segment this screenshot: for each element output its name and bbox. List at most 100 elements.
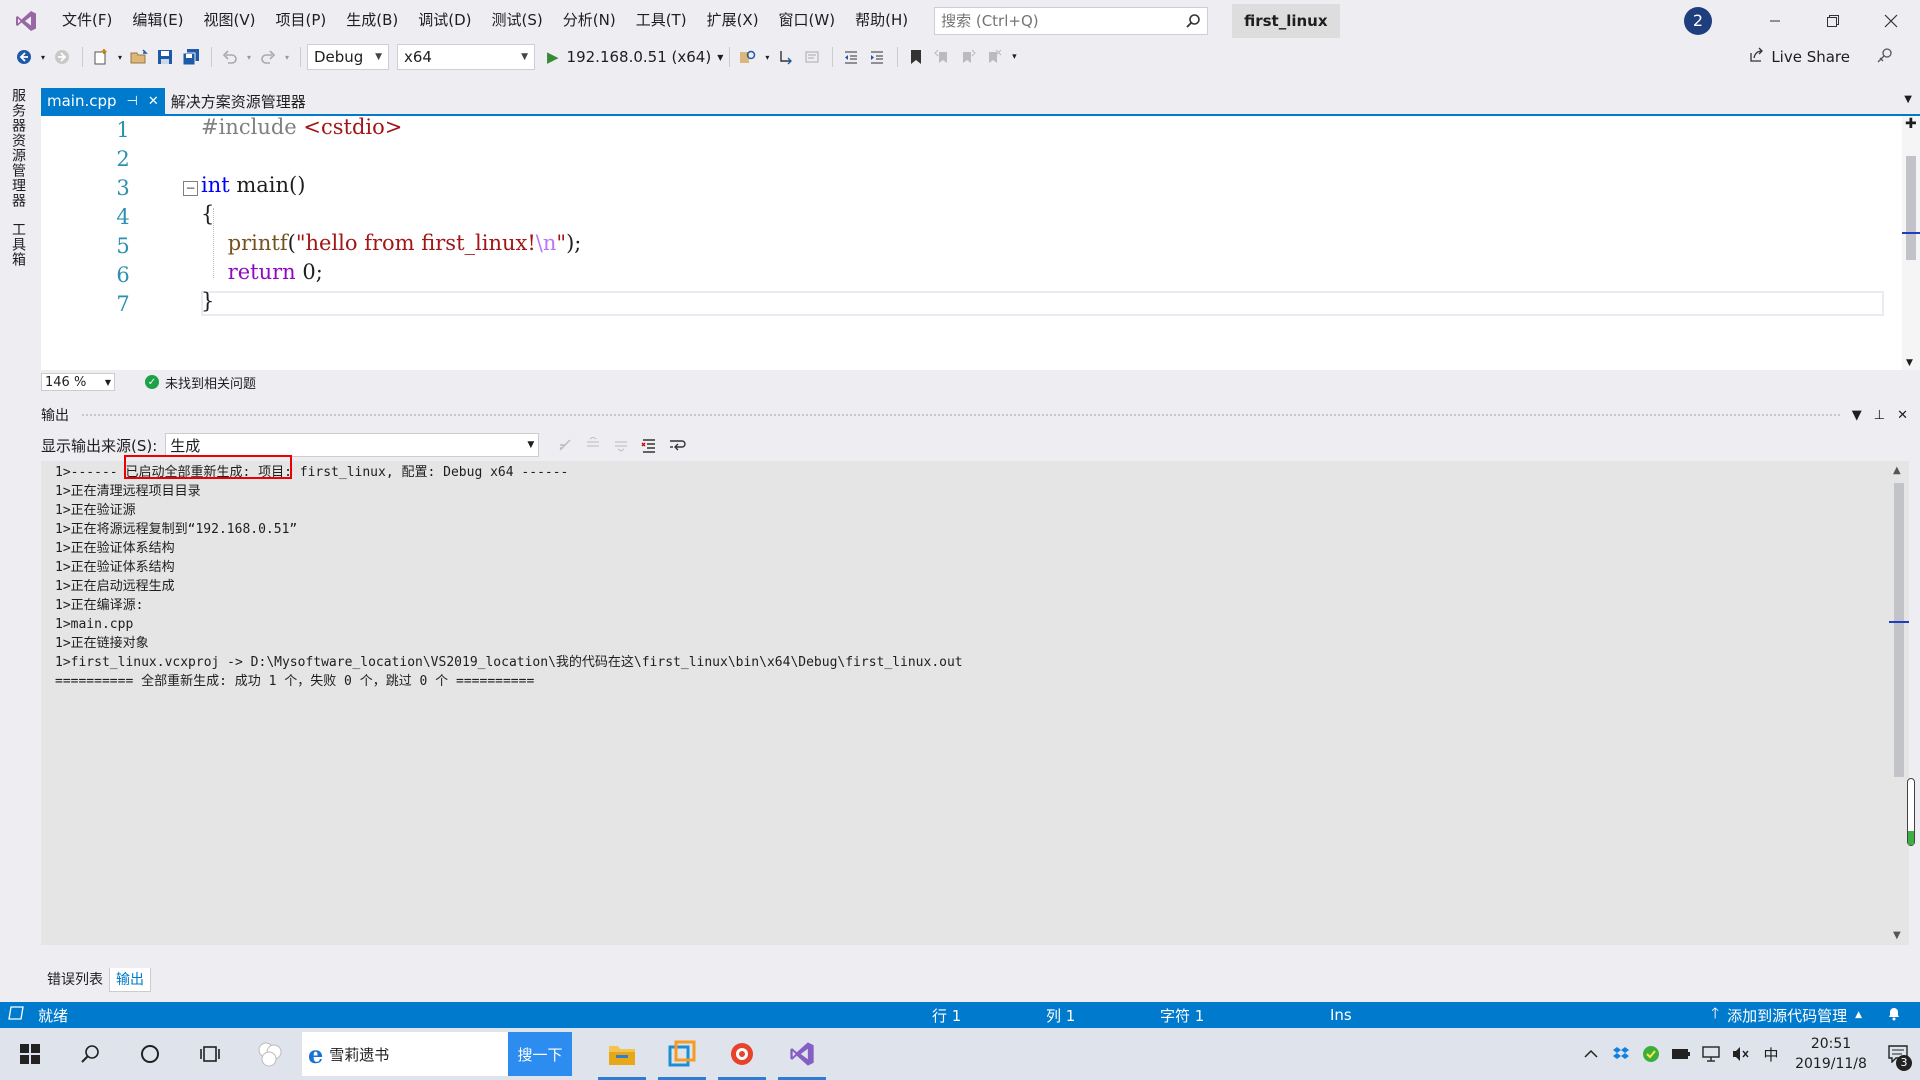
taskbar-search-icon[interactable] [60, 1028, 120, 1080]
line-indicator[interactable]: 行 1 [932, 1005, 961, 1026]
scroll-down-icon[interactable]: ▼ [1906, 358, 1913, 368]
char-indicator[interactable]: 字符 1 [1160, 1005, 1204, 1026]
go-to-previous-message-icon[interactable] [553, 433, 577, 457]
split-editor-icon[interactable]: ✚ [1905, 116, 1917, 132]
tab-output[interactable]: 输出 [109, 968, 151, 992]
feedback-icon[interactable] [1876, 47, 1894, 69]
clear-all-icon[interactable] [637, 433, 661, 457]
cortana-icon[interactable] [120, 1028, 180, 1080]
navigate-forward-icon[interactable] [50, 45, 74, 69]
toggle-word-wrap-icon[interactable] [665, 433, 689, 457]
task-view-icon[interactable] [180, 1028, 240, 1080]
add-to-source-control-button[interactable]: 🡑 添加到源代码管理 ▲ [1711, 1003, 1862, 1028]
show-hidden-icons-icon[interactable] [1576, 1049, 1606, 1059]
undo-icon[interactable] [218, 45, 242, 69]
tab-list-dropdown-icon[interactable]: ▼ [1904, 94, 1912, 105]
toolbox-tab[interactable]: 工具箱 [8, 222, 28, 267]
comment-icon[interactable] [800, 45, 824, 69]
close-tab-icon[interactable]: ✕ [148, 94, 159, 109]
open-file-icon[interactable] [127, 45, 151, 69]
action-center-button[interactable]: 3 [1876, 1045, 1920, 1071]
solution-configuration-select[interactable]: Debug ▼ [307, 44, 389, 70]
menu-tools[interactable]: 工具(T) [626, 0, 697, 41]
menu-analyze[interactable]: 分析(N) [553, 0, 626, 41]
file-explorer-icon[interactable] [592, 1028, 652, 1080]
menu-project[interactable]: 项目(P) [266, 0, 337, 41]
tab-solution-explorer[interactable]: 解决方案资源管理器 [165, 88, 312, 114]
pinned-app-icon[interactable] [240, 1028, 300, 1080]
clock[interactable]: 20:51 2019/11/8 [1786, 1034, 1876, 1074]
column-indicator[interactable]: 列 1 [1046, 1005, 1075, 1026]
redo-dropdown-icon[interactable]: ▾ [282, 45, 292, 69]
output-text-area[interactable]: 1>------ 已启动全部重新生成: 项目: first_linux, 配置:… [41, 461, 1889, 945]
restore-button[interactable] [1804, 0, 1862, 41]
menu-view[interactable]: 视图(V) [194, 0, 266, 41]
browser-search-box[interactable]: e 雪莉遗书 [302, 1032, 508, 1076]
panel-grip[interactable] [81, 413, 1840, 417]
find-next-icon[interactable] [609, 433, 633, 457]
scroll-down-icon[interactable]: ▼ [1893, 930, 1901, 941]
security-shield-icon[interactable] [1636, 1045, 1666, 1063]
toolbar-overflow-icon[interactable]: ▾ [1008, 45, 1020, 69]
find-previous-icon[interactable] [581, 433, 605, 457]
step-into-icon[interactable] [774, 45, 798, 69]
live-share-button[interactable]: Live Share [1749, 45, 1850, 69]
browser-search-button[interactable]: 搜一下 [508, 1032, 572, 1076]
find-in-files-icon[interactable] [736, 45, 760, 69]
editor-vertical-scrollbar[interactable]: ✚ ▼ [1902, 116, 1920, 370]
undo-dropdown-icon[interactable]: ▾ [244, 45, 254, 69]
bookmark-icon[interactable] [904, 45, 928, 69]
search-input[interactable] [941, 11, 1172, 30]
menu-window[interactable]: 窗口(W) [769, 0, 846, 41]
tab-error-list[interactable]: 错误列表 [41, 968, 109, 992]
panel-menu-icon[interactable]: ▼ [1852, 408, 1862, 423]
new-dropdown-icon[interactable]: ▾ [115, 45, 125, 69]
save-icon[interactable] [153, 45, 177, 69]
menu-test[interactable]: 测试(S) [482, 0, 553, 41]
navigate-back-icon[interactable] [12, 45, 36, 69]
minimize-button[interactable] [1746, 0, 1804, 41]
close-panel-icon[interactable]: ✕ [1897, 408, 1908, 423]
decrease-indent-icon[interactable] [839, 45, 863, 69]
previous-bookmark-icon[interactable] [930, 45, 954, 69]
menu-build[interactable]: 生成(B) [336, 0, 408, 41]
menu-debug[interactable]: 调试(D) [408, 0, 481, 41]
volume-muted-icon[interactable] [1726, 1046, 1756, 1062]
toolbar-dropdown-icon[interactable]: ▾ [762, 45, 772, 69]
quick-launch-search[interactable] [934, 6, 1209, 35]
next-bookmark-icon[interactable] [956, 45, 980, 69]
code-editor[interactable]: 1 2 3 4 5 6 7 − #include <cstdio> int ma… [41, 115, 1920, 370]
new-project-icon[interactable] [89, 45, 113, 69]
tab-main-cpp[interactable]: main.cpp ⊣ ✕ [41, 88, 165, 114]
vmware-icon[interactable] [652, 1028, 712, 1080]
network-icon[interactable] [1696, 1046, 1726, 1062]
navigate-back-dropdown-icon[interactable]: ▾ [38, 45, 48, 69]
auto-hide-pin-icon[interactable]: ⊥ [1874, 408, 1885, 423]
pin-icon[interactable]: ⊣ [127, 94, 138, 109]
notification-badge[interactable]: 2 [1684, 6, 1712, 35]
browser-app-icon[interactable] [712, 1028, 772, 1080]
issues-indicator[interactable]: ✓ 未找到相关问题 [145, 373, 256, 392]
menu-extensions[interactable]: 扩展(X) [697, 0, 769, 41]
collapse-outline-icon[interactable]: − [183, 181, 198, 196]
solution-platform-select[interactable]: x64 ▼ [397, 44, 535, 70]
scrollbar-thumb[interactable] [1906, 156, 1916, 260]
visual-studio-taskbar-icon[interactable] [772, 1028, 832, 1080]
save-all-icon[interactable] [179, 45, 203, 69]
zoom-level-select[interactable]: 146 % ▼ [41, 373, 115, 391]
dropbox-icon[interactable] [1606, 1046, 1636, 1062]
ime-indicator[interactable]: 中 [1756, 1044, 1786, 1065]
menu-edit[interactable]: 编辑(E) [122, 0, 193, 41]
menu-help[interactable]: 帮助(H) [845, 0, 918, 41]
battery-icon[interactable] [1666, 1048, 1696, 1060]
output-source-select[interactable]: 生成 ▼ [165, 433, 540, 457]
redo-icon[interactable] [256, 45, 280, 69]
menu-file[interactable]: 文件(F) [52, 0, 122, 41]
close-window-button[interactable] [1862, 0, 1920, 41]
server-explorer-tab[interactable]: 服务器资源管理器 [8, 88, 28, 208]
scrollbar-thumb[interactable] [1894, 483, 1904, 777]
scroll-up-icon[interactable]: ▲ [1893, 465, 1901, 476]
output-vertical-scrollbar[interactable]: ▲ ▼ [1889, 461, 1909, 945]
start-debugging-button[interactable]: ▶ 192.168.0.51 (x64) ▼ [547, 48, 723, 66]
notifications-bell-icon[interactable] [1886, 1005, 1902, 1025]
